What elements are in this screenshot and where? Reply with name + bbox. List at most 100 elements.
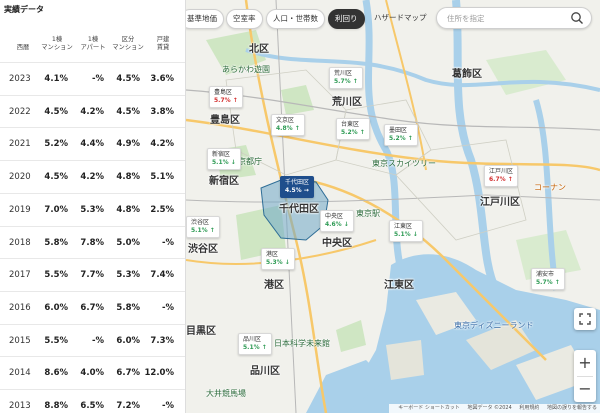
yield-cell: 8.8% — [44, 401, 68, 411]
map-attribution: キーボード ショートカット 地図データ ©2024 利用規約 地図の誤りを報告す… — [389, 404, 600, 413]
yield-marker-shinagawa[interactable]: 品川区 5.1% ↑ — [238, 333, 272, 355]
header-building-mansion: 1棟 マンション — [41, 36, 73, 51]
yield-marker-sumida[interactable]: 墨田区 5.2% ↑ — [384, 124, 418, 146]
ward-label-meguro: 目黒区 — [186, 326, 216, 337]
yield-cell: 5.3% — [116, 270, 140, 281]
zoom-in-button[interactable]: + — [574, 350, 596, 376]
panel-title: 実績データ — [4, 5, 44, 14]
ward-label-arakawa: 荒川区 — [332, 97, 362, 108]
zoom-out-button[interactable]: − — [574, 376, 596, 402]
yield-cell: 5.8% — [44, 237, 68, 248]
yield-cell: 4.5% — [116, 74, 140, 84]
place-label: 東京駅 — [356, 209, 380, 218]
place-label: コーナン — [534, 183, 566, 192]
header-year: 西暦 — [16, 44, 30, 51]
yield-cell: 4.5% — [44, 172, 68, 183]
yield-cell: -% — [161, 401, 174, 411]
ward-label-katsushika: 葛飾区 — [452, 69, 482, 80]
table-header: 西暦 1棟 マンション 1棟 アパート 区分 マンション 戸建 賃貸 — [0, 36, 185, 60]
yield-marker-arakawa[interactable]: 荒川区 5.7% ↑ — [329, 67, 363, 89]
year-cell: 2022 — [9, 106, 31, 117]
table-row: 2015 5.5% -% 6.0% 7.3% — [0, 323, 185, 357]
yield-cell: 7.0% — [44, 204, 68, 215]
yield-cell: 6.5% — [80, 401, 104, 411]
tab-hazard-map[interactable]: ハザードマップ — [368, 9, 433, 29]
yield-marker-koto[interactable]: 江東区 5.1% ↓ — [389, 220, 423, 242]
tab-vacancy-rate[interactable]: 空室率 — [226, 9, 263, 29]
header-unit-mansion: 区分 マンション — [112, 36, 144, 51]
yield-cell: 12.0% — [144, 368, 175, 379]
ward-label-minato: 港区 — [264, 280, 284, 291]
yield-cell: 5.5% — [44, 335, 68, 346]
yield-cell: 5.8% — [116, 302, 140, 313]
yield-marker-bunkyo[interactable]: 文京区 4.8% ↑ — [271, 114, 305, 136]
year-cell: 2019 — [9, 204, 31, 215]
yield-marker-urayasu[interactable]: 浦安市 5.7% ↑ — [531, 268, 565, 290]
year-cell: 2015 — [9, 335, 31, 346]
year-cell: 2018 — [9, 237, 31, 248]
place-label: 大井競馬場 — [206, 389, 246, 398]
tab-land-price[interactable]: 基準地価 — [186, 9, 224, 29]
yield-data-panel: 実績データ 西暦 1棟 マンション 1棟 アパート 区分 マンション 戸建 賃貸… — [0, 0, 186, 413]
yield-marker-shinjuku[interactable]: 新宿区 5.1% ↓ — [207, 148, 241, 170]
table-row: 2018 5.8% 7.8% 5.0% -% — [0, 225, 185, 259]
ward-label-shinagawa: 品川区 — [250, 366, 280, 377]
yield-cell: 3.6% — [150, 74, 174, 84]
year-cell: 2014 — [9, 368, 31, 379]
header-rental-house: 戸建 賃貸 — [156, 36, 170, 51]
ward-label-kita: 北区 — [249, 44, 269, 55]
table-row: 2019 7.0% 5.3% 4.8% 2.5% — [0, 192, 185, 226]
yield-cell: 4.8% — [116, 172, 140, 183]
yield-cell: 7.8% — [80, 237, 104, 248]
fullscreen-button[interactable] — [574, 308, 596, 330]
tab-yield[interactable]: 利回り — [328, 9, 365, 29]
yield-marker-toshima[interactable]: 豊島区 5.7% ↑ — [209, 86, 243, 108]
zoom-control: + − — [574, 350, 596, 402]
address-search[interactable]: 住所を指定 — [436, 7, 592, 29]
yield-cell: 4.1% — [44, 74, 68, 84]
ward-label-shibuya: 渋谷区 — [188, 244, 218, 255]
yield-marker-taito[interactable]: 台東区 5.2% ↑ — [336, 118, 370, 140]
yield-cell: 4.2% — [150, 139, 174, 150]
search-icon[interactable] — [570, 11, 584, 25]
yield-cell: 5.0% — [116, 237, 140, 248]
ward-label-chiyoda: 千代田区 — [279, 204, 319, 215]
ward-label-edogawa: 江戸川区 — [480, 197, 520, 208]
yield-cell: 4.2% — [80, 106, 104, 117]
yield-cell: 5.3% — [80, 204, 104, 215]
ward-label-koto: 江東区 — [384, 280, 414, 291]
yield-marker-minato[interactable]: 港区 5.3% ↓ — [261, 248, 295, 270]
attribution-report-error[interactable]: 地図の誤りを報告する — [547, 405, 597, 411]
table-row: 2016 6.0% 6.7% 5.8% -% — [0, 290, 185, 324]
yield-cell: 4.2% — [80, 172, 104, 183]
yield-cell: -% — [161, 237, 174, 248]
attribution-shortcuts[interactable]: キーボード ショートカット — [398, 405, 460, 411]
table-row: 2013 8.8% 6.5% 7.2% -% — [0, 389, 185, 413]
yield-marker-shibuya[interactable]: 渋谷区 5.1% ↑ — [186, 216, 220, 238]
yield-marker-chuo[interactable]: 中央区 4.6% ↓ — [320, 210, 354, 232]
yield-cell: 7.3% — [150, 335, 174, 346]
yield-cell: 7.4% — [150, 270, 174, 281]
yield-cell: -% — [161, 302, 174, 313]
yield-cell: 6.0% — [116, 335, 140, 346]
place-label: 東京スカイツリー — [372, 159, 436, 168]
yield-cell: 7.2% — [116, 401, 140, 411]
year-cell: 2021 — [9, 139, 31, 150]
search-input[interactable]: 住所を指定 — [447, 13, 485, 24]
attribution-terms[interactable]: 利用規約 — [519, 405, 539, 411]
yield-cell: 4.5% — [44, 106, 68, 117]
year-cell: 2023 — [9, 74, 31, 84]
table-row: 2021 5.2% 4.4% 4.9% 4.2% — [0, 127, 185, 160]
fullscreen-icon — [579, 313, 591, 325]
yield-cell: 6.7% — [80, 302, 104, 313]
yield-marker-edogawa[interactable]: 江戸川区 6.7% ↑ — [484, 165, 519, 187]
yield-cell: 4.0% — [80, 368, 104, 379]
table-row: 2017 5.5% 7.7% 5.3% 7.4% — [0, 258, 185, 291]
map-view[interactable]: 北区 荒川区 豊島区 新宿区 千代田区 渋谷区 中央区 港区 江東区 品川区 葛… — [186, 0, 600, 413]
yield-marker-chiyoda[interactable]: 千代田区 4.5% → — [280, 176, 315, 198]
yield-cell: 7.7% — [80, 270, 104, 281]
tab-population[interactable]: 人口・世帯数 — [266, 9, 325, 29]
place-label: あらかわ遊園 — [222, 65, 270, 74]
yield-cell: 6.7% — [116, 368, 140, 379]
attribution-map-data: 地図データ ©2024 — [467, 405, 512, 411]
